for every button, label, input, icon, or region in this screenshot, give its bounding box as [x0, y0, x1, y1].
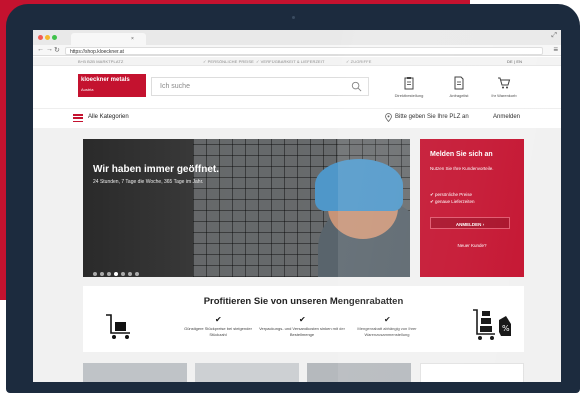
- signin-title: Melden Sie sich an: [430, 151, 493, 158]
- svg-text:%: %: [502, 324, 510, 333]
- back-icon[interactable]: ←: [37, 46, 44, 53]
- discount-point-3: Mengenrabatt abhängig von Ihrer Warenzus…: [357, 326, 417, 337]
- carousel-dot[interactable]: [100, 272, 104, 276]
- carousel-dot[interactable]: [93, 272, 97, 276]
- worker-helmet: [315, 159, 403, 211]
- reload-icon[interactable]: ↻: [54, 46, 60, 54]
- signin-panel: Melden Sie sich an Nutzen Sie Ihre Kunde…: [420, 139, 524, 277]
- postal-code-link[interactable]: Bitte geben Sie Ihre PLZ an: [395, 114, 469, 120]
- product-card[interactable]: [420, 363, 524, 382]
- product-card[interactable]: [83, 363, 187, 382]
- document-icon[interactable]: [452, 76, 466, 90]
- maximize-window-icon[interactable]: [52, 35, 57, 40]
- trolley-icon: [106, 314, 130, 339]
- benefit-delivery: ✔ genaue Lieferzeiten: [430, 199, 475, 204]
- cart-label[interactable]: Ihr Warenkorb: [474, 93, 534, 98]
- usp-availability: ✓ VERFÜGBARKEIT & LIEFERZEIT: [256, 59, 325, 64]
- browser-tab[interactable]: ×: [71, 33, 146, 45]
- carousel-dot[interactable]: [128, 272, 132, 276]
- check-icon: ✔: [299, 315, 306, 324]
- new-customer-link[interactable]: Neuer Kunde?: [420, 243, 524, 248]
- product-card[interactable]: [195, 363, 299, 382]
- location-pin-icon: [385, 113, 392, 122]
- carousel-dot[interactable]: [135, 272, 139, 276]
- carousel-dot[interactable]: [107, 272, 111, 276]
- search-input[interactable]: Ich suche: [151, 77, 369, 96]
- forward-icon[interactable]: →: [46, 46, 53, 53]
- tab-close-icon[interactable]: ×: [131, 36, 134, 42]
- top-strip: B+B B2B MARKTPLATZ ✓ PERSÖNLICHE PREISE …: [33, 57, 561, 66]
- signin-button[interactable]: ANMELDEN ›: [430, 217, 510, 229]
- browser-menu-icon[interactable]: ≡: [553, 45, 558, 54]
- discount-point-2: Verpackungs- und Versandkosten sinken mi…: [259, 326, 345, 337]
- url-input[interactable]: https://shop.kloeckner.at: [65, 47, 543, 55]
- marketplace-label: B+B B2B MARKTPLATZ: [78, 59, 124, 64]
- usp-access: ✓ ZUGRIFFE: [346, 59, 372, 64]
- category-nav: Alle Kategorien Bitte geben Sie Ihre PLZ…: [33, 108, 561, 128]
- hero-subtitle: 24 Stunden, 7 Tage die Woche, 365 Tage i…: [93, 179, 204, 185]
- usp-prices: ✓ PERSÖNLICHE PREISE: [203, 59, 254, 64]
- camera: [292, 16, 295, 19]
- logo-text: kloeckner metals: [81, 77, 130, 83]
- check-icon: ✔: [384, 315, 391, 324]
- carousel-dot-active[interactable]: [114, 272, 118, 276]
- all-categories-link[interactable]: Alle Kategorien: [88, 114, 129, 120]
- browser-urlbar: ← → ↻ https://shop.kloeckner.at ≡: [33, 45, 561, 56]
- search-icon[interactable]: [351, 81, 362, 92]
- screen: × ⤢ ← → ↻ https://shop.kloeckner.at ≡ B+…: [33, 30, 561, 382]
- minimize-window-icon[interactable]: [45, 35, 50, 40]
- stacked-trolley-icon: %: [473, 309, 511, 340]
- language-switch[interactable]: DE | EN: [507, 59, 522, 64]
- laptop-frame: × ⤢ ← → ↻ https://shop.kloeckner.at ≡ B+…: [6, 4, 580, 393]
- hamburger-icon[interactable]: [73, 114, 83, 123]
- benefit-prices: ✔ persönliche Preise: [430, 192, 473, 197]
- discount-point-1: Günstigere Stückpreise bei steigender St…: [184, 326, 252, 337]
- search-placeholder: Ich suche: [160, 83, 190, 90]
- signin-description: Nutzen Sie Ihre Kundenvorteile.: [430, 166, 494, 171]
- carousel-dots: [93, 263, 142, 277]
- logo-country: Austria: [81, 87, 94, 92]
- discount-title: Profitieren Sie von unseren Mengenrabatt…: [203, 296, 404, 307]
- cart-icon[interactable]: [497, 76, 511, 90]
- login-link[interactable]: Anmelden: [493, 114, 520, 120]
- check-icon: ✔: [215, 315, 222, 324]
- close-window-icon[interactable]: [38, 35, 43, 40]
- carousel-dot[interactable]: [121, 272, 125, 276]
- kloeckner-logo[interactable]: kloeckner metals Austria: [78, 74, 146, 97]
- hero-title: Wir haben immer geöffnet.: [93, 164, 220, 175]
- product-card[interactable]: [307, 363, 411, 382]
- fullscreen-icon[interactable]: ⤢: [551, 32, 557, 40]
- clipboard-icon[interactable]: [402, 76, 416, 90]
- hero-banner[interactable]: Wir haben immer geöffnet. 24 Stunden, 7 …: [83, 139, 410, 277]
- browser-tabbar: × ⤢: [33, 30, 561, 45]
- discount-section: Profitieren Sie von unseren Mengenrabatt…: [83, 286, 524, 352]
